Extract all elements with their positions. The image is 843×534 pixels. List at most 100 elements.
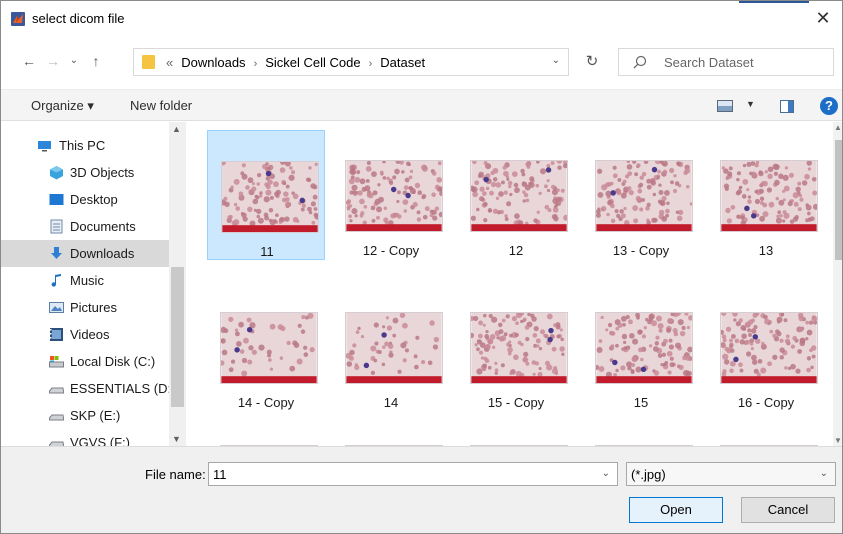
new-folder-button[interactable]: New folder: [130, 98, 192, 113]
file-tile[interactable]: 15 - Copy: [457, 282, 575, 412]
sidebar-item-pictures[interactable]: Pictures: [1, 294, 169, 321]
file-tile[interactable]: [332, 415, 450, 446]
breadcrumb-item-downloads[interactable]: Downloads: [181, 55, 245, 70]
forward-arrow-icon[interactable]: →: [44, 51, 62, 71]
file-tile[interactable]: 12 - Copy: [332, 130, 450, 260]
sidebar-item-downloads[interactable]: Downloads: [1, 240, 169, 267]
scroll-down-icon[interactable]: ▼: [172, 434, 181, 444]
folder-icon: [142, 55, 155, 69]
file-name-value: 11: [213, 467, 227, 482]
local-disk-icon: [49, 356, 64, 368]
image-thumbnail: [720, 160, 818, 232]
videos-icon: [50, 328, 63, 341]
file-tile[interactable]: 14: [332, 282, 450, 412]
file-tile[interactable]: [207, 415, 325, 446]
sidebar-item-skp-e[interactable]: SKP (E:): [1, 402, 169, 429]
breadcrumb-item-sickel-cell-code[interactable]: Sickel Cell Code: [265, 55, 360, 70]
file-name-label: File name:: [145, 467, 206, 482]
up-arrow-icon[interactable]: ↑: [87, 51, 105, 71]
search-box[interactable]: Search Dataset: [618, 48, 834, 76]
sidebar-scrollbar[interactable]: ▲ ▼: [169, 122, 186, 446]
file-type-select[interactable]: (*.jpg) ⌄: [626, 462, 836, 486]
file-name-label: 11: [260, 244, 274, 259]
file-tile[interactable]: 15: [582, 282, 700, 412]
desktop-icon: [49, 194, 64, 205]
command-bar: Organize ▾ New folder ▼ ?: [1, 89, 842, 121]
back-arrow-icon[interactable]: ←: [20, 51, 38, 71]
scroll-up-icon[interactable]: ▲: [172, 124, 181, 134]
file-name-label: 14: [383, 395, 399, 410]
sidebar-scroll-thumb[interactable]: [171, 267, 184, 407]
sidebar-item-label: Local Disk (C:): [70, 354, 156, 369]
preview-pane-icon[interactable]: [780, 100, 794, 113]
content-scrollbar[interactable]: ▲ ▼: [833, 122, 842, 446]
sidebar-item-essentials-d[interactable]: ESSENTIALS (D:): [1, 375, 175, 402]
sidebar-item-local-disk-c[interactable]: Local Disk (C:): [1, 348, 169, 375]
cancel-button[interactable]: Cancel: [741, 497, 835, 523]
sidebar-item-music[interactable]: Music: [1, 267, 169, 294]
image-thumbnail: [720, 312, 818, 384]
address-bar[interactable]: « Downloads › Sickel Cell Code › Dataset ⌄: [133, 48, 569, 76]
file-tile[interactable]: 14 - Copy: [207, 282, 325, 412]
change-view-icon[interactable]: [717, 100, 733, 112]
scroll-up-icon[interactable]: ▲: [834, 123, 842, 132]
file-tile[interactable]: 13: [707, 130, 825, 260]
scroll-down-icon[interactable]: ▼: [834, 436, 842, 445]
navigation-row: ← → ⌄ ↑ « Downloads › Sickel Cell Code › Data…: [1, 41, 842, 81]
pc-icon: [38, 141, 51, 152]
image-thumbnail: [470, 312, 568, 384]
file-tile[interactable]: [582, 415, 700, 446]
3d-objects-icon: [50, 166, 63, 180]
file-tile[interactable]: [457, 415, 575, 446]
file-name-input[interactable]: 11 ⌄: [208, 462, 618, 486]
sidebar-item-label: Music: [70, 273, 104, 288]
image-thumbnail: [345, 160, 443, 232]
refresh-icon[interactable]: ↻: [575, 48, 609, 76]
file-name-dropdown-icon[interactable]: ⌄: [602, 468, 610, 479]
breadcrumb-separator-icon[interactable]: ›: [369, 58, 373, 70]
search-icon: [633, 55, 647, 69]
file-name-label: 15 - Copy: [487, 395, 545, 410]
drive-icon: [49, 387, 64, 394]
sidebar-item-desktop[interactable]: Desktop: [1, 186, 169, 213]
breadcrumb-item-dataset[interactable]: Dataset: [380, 55, 425, 70]
file-tile[interactable]: 11: [207, 130, 325, 260]
open-button[interactable]: Open: [629, 497, 723, 523]
image-thumbnail: [470, 160, 568, 232]
sidebar-item-label: Downloads: [70, 246, 135, 261]
help-icon[interactable]: ?: [820, 97, 838, 115]
file-type-dropdown-icon[interactable]: ⌄: [820, 468, 828, 479]
organize-menu-button[interactable]: Organize ▾: [31, 98, 94, 114]
sidebar-item-label: Documents: [70, 219, 136, 234]
file-tile[interactable]: [707, 415, 825, 446]
dialog-footer: File name: 11 ⌄ (*.jpg) ⌄ Open Cancel: [1, 446, 842, 533]
breadcrumb-overflow[interactable]: «: [166, 55, 173, 70]
sidebar-item-label: SKP (E:): [70, 408, 121, 423]
sidebar-item-label: Videos: [70, 327, 110, 342]
breadcrumb-separator-icon[interactable]: ›: [254, 58, 258, 70]
file-tile[interactable]: 16 - Copy: [707, 282, 825, 412]
image-thumbnail: [595, 312, 693, 384]
matlab-icon: [11, 12, 25, 26]
music-icon: [51, 274, 61, 287]
sidebar-item-this-pc[interactable]: This PC: [1, 132, 169, 159]
file-name-label: 13 - Copy: [612, 243, 670, 258]
file-name-label: 16 - Copy: [737, 395, 795, 410]
address-dropdown-icon[interactable]: ⌄: [552, 55, 560, 66]
content-scroll-thumb[interactable]: [835, 140, 842, 260]
sidebar-item-documents[interactable]: Documents: [1, 213, 169, 240]
taskbar-accent-line: [739, 1, 809, 3]
documents-icon: [50, 219, 63, 234]
view-dropdown-icon[interactable]: ▼: [746, 99, 755, 109]
sidebar-item-videos[interactable]: Videos: [1, 321, 169, 348]
downloads-icon: [51, 247, 62, 259]
sidebar-item-label: ESSENTIALS (D:): [70, 381, 176, 396]
file-tile[interactable]: 13 - Copy: [582, 130, 700, 260]
image-thumbnail: [595, 160, 693, 232]
file-tile[interactable]: 12: [457, 130, 575, 260]
close-icon[interactable]: ✕: [812, 7, 834, 29]
sidebar-item-3d-objects[interactable]: 3D Objects: [1, 159, 169, 186]
file-name-label: 13: [758, 243, 774, 258]
file-name-label: 12: [508, 243, 524, 258]
recent-locations-chevron-icon[interactable]: ⌄: [65, 51, 83, 71]
